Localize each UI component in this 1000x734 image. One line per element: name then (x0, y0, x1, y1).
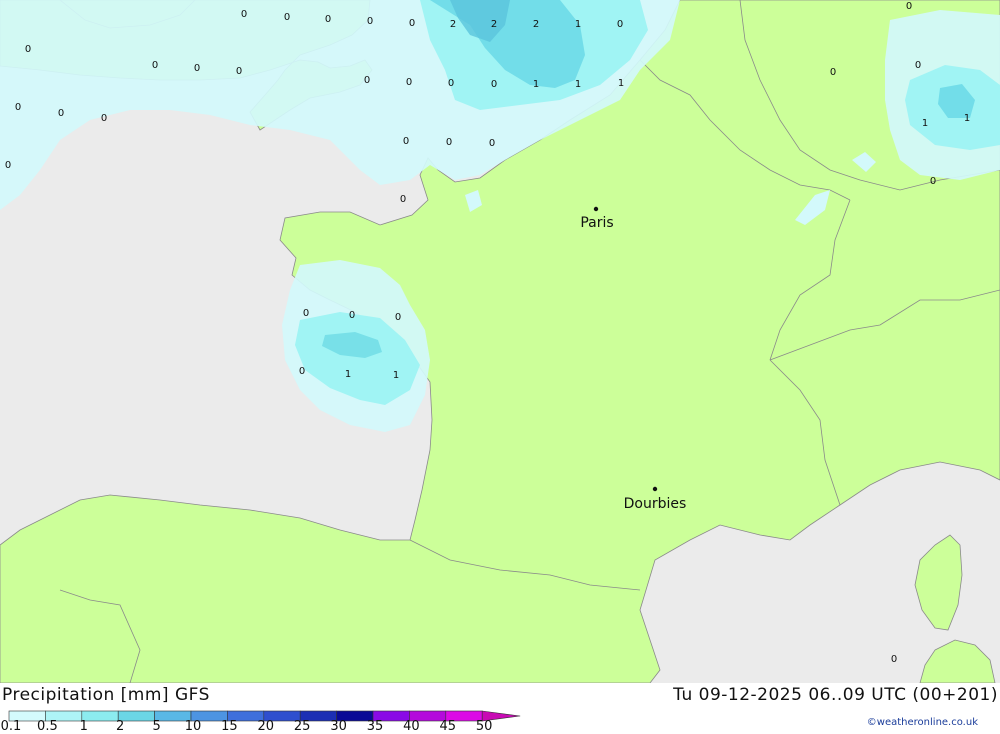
grid-value: 0 (325, 14, 331, 25)
grid-value: 0 (152, 60, 158, 71)
grid-value: 0 (400, 194, 406, 205)
legend-tick-label: 1 (79, 719, 88, 734)
grid-value: 1 (575, 79, 581, 90)
city-label: Dourbies (624, 496, 687, 512)
grid-value: 0 (395, 312, 401, 323)
grid-value: 0 (448, 78, 454, 89)
grid-value: 0 (241, 9, 247, 20)
grid-value: 0 (284, 12, 290, 23)
legend-tick-label: 20 (257, 719, 275, 734)
map-canvas: 0 0 0 0 0 2 2 2 1 0 0 0 0 0 0 0 0 0 0 1 … (0, 0, 1000, 683)
grid-value: 0 (299, 366, 305, 377)
legend-tick-label: 15 (221, 719, 238, 734)
grid-value: 2 (491, 19, 497, 30)
grid-value: 1 (575, 19, 581, 30)
grid-value: 2 (450, 19, 456, 30)
grid-value: 0 (915, 60, 921, 71)
grid-value: 0 (194, 63, 200, 74)
grid-value: 0 (617, 19, 623, 30)
map-title: Precipitation [mm] GFS (2, 685, 210, 705)
legend-tick-label: 35 (366, 719, 384, 734)
grid-value: 0 (930, 176, 936, 187)
city-marker (652, 486, 658, 492)
grid-value: 1 (964, 113, 970, 124)
legend-tick-label: 2 (116, 719, 125, 734)
grid-value: 0 (101, 113, 107, 124)
grid-value: 1 (393, 370, 399, 381)
grid-value: 1 (922, 118, 928, 129)
grid-value: 1 (345, 369, 351, 380)
grid-value: 0 (489, 138, 495, 149)
legend-tick-label: 45 (439, 719, 457, 734)
precipitation-map: 0 0 0 0 0 2 2 2 1 0 0 0 0 0 0 0 0 0 0 1 … (0, 0, 1000, 683)
grid-value: 0 (409, 18, 415, 29)
grid-value: 0 (446, 137, 452, 148)
legend-tick-label: 0.5 (37, 719, 58, 734)
grid-value: 0 (491, 79, 497, 90)
grid-value: 1 (618, 78, 624, 89)
grid-value: 0 (364, 75, 370, 86)
legend-tick-label: 30 (330, 719, 347, 734)
grid-value: 0 (15, 102, 21, 113)
grid-value: 1 (533, 79, 539, 90)
grid-value: 0 (236, 66, 242, 77)
grid-value: 0 (830, 67, 836, 78)
legend-tick-label: 5 (152, 719, 161, 734)
legend-tick-label: 40 (403, 719, 420, 734)
grid-value: 0 (5, 160, 11, 171)
valid-time: Tu 09-12-2025 06..09 UTC (00+201) (673, 685, 998, 705)
credit-link[interactable]: ©weatheronline.co.uk (867, 717, 978, 728)
city-label: Paris (580, 215, 613, 231)
grid-value: 0 (349, 310, 355, 321)
grid-value: 0 (367, 16, 373, 27)
color-legend: 0.1 0.5 1 2 5 10 15 20 25 30 35 40 45 50 (1, 707, 528, 734)
grid-value: 0 (58, 108, 64, 119)
grid-value: 0 (303, 308, 309, 319)
grid-value: 0 (906, 1, 912, 12)
grid-value: 0 (406, 77, 412, 88)
legend-tick-label: 0.1 (0, 719, 22, 734)
footer-bar: Precipitation [mm] GFS Tu 09-12-2025 06.… (0, 683, 1000, 734)
legend-tick-label: 25 (293, 719, 311, 734)
grid-value: 0 (25, 44, 31, 55)
legend-tick-label: 10 (184, 719, 202, 734)
legend-tick-label: 50 (475, 719, 493, 734)
grid-value: 0 (403, 136, 409, 147)
grid-value: 2 (533, 19, 539, 30)
city-marker (593, 206, 599, 212)
